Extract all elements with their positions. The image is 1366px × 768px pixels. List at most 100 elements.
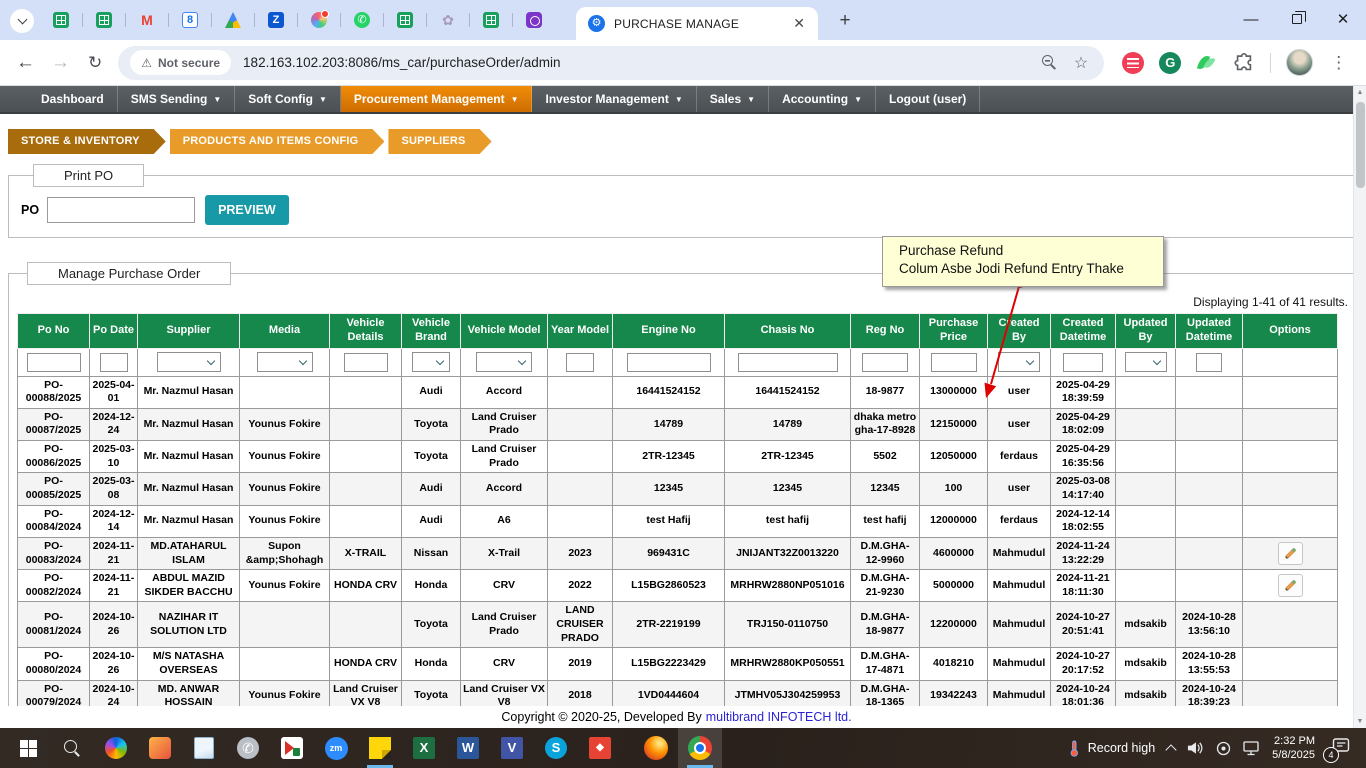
browser-menu-icon[interactable]: ⋮: [1330, 53, 1347, 73]
taskbar-button-notepad-icon[interactable]: [182, 728, 226, 768]
bookmark-star-icon[interactable]: ☆: [1074, 53, 1088, 73]
taskbar-button-skype-icon[interactable]: S: [534, 728, 578, 768]
filter-input-chasis-no[interactable]: [738, 353, 838, 372]
taskbar-button-firefox-icon[interactable]: [634, 728, 678, 768]
filter-select-created-by[interactable]: [998, 352, 1040, 372]
red-extension-icon[interactable]: [1122, 52, 1144, 74]
taskbar-button-zoom-icon[interactable]: [314, 728, 358, 768]
filter-input-created-datetime[interactable]: [1063, 353, 1103, 372]
filter-select-vehicle-model[interactable]: [476, 352, 532, 372]
preview-button[interactable]: PREVIEW: [205, 195, 289, 225]
url-text[interactable]: 182.163.102.203:8086/ms_car/purchaseOrde…: [243, 55, 560, 70]
filter-input-engine-no[interactable]: [627, 353, 711, 372]
pinned-tab[interactable]: [255, 7, 297, 33]
address-bar[interactable]: ⚠ Not secure 182.163.102.203:8086/ms_car…: [118, 46, 1104, 80]
pinned-tab[interactable]: [298, 7, 340, 33]
filter-input-purchase-price[interactable]: [931, 353, 977, 372]
page-scrollbar[interactable]: ▲ ▼: [1353, 86, 1366, 728]
breadcrumb-item-products-and-items-config[interactable]: PRODUCTS AND ITEMS CONFIG: [170, 129, 385, 154]
tray-app-icon[interactable]: [1216, 741, 1231, 756]
restore-button[interactable]: [1274, 0, 1320, 38]
filter-input-po-date[interactable]: [100, 353, 128, 372]
filter-select-vehicle-brand[interactable]: [412, 352, 450, 372]
filter-input-updated-datetime[interactable]: [1196, 353, 1222, 372]
filter-select-supplier[interactable]: [157, 352, 221, 372]
nav-item-logout-user[interactable]: Logout (user): [876, 86, 980, 112]
edit-button[interactable]: [1278, 542, 1303, 565]
network-icon[interactable]: [1243, 741, 1260, 756]
scroll-up-icon[interactable]: ▲: [1354, 89, 1366, 96]
cell-chasis-no: JNIJANT32Z0013220: [725, 537, 851, 569]
back-icon[interactable]: ←: [16, 52, 35, 74]
taskbar-button-copilot-icon[interactable]: [94, 728, 138, 768]
filter-select-updated-by[interactable]: [1125, 352, 1167, 372]
close-tab-icon[interactable]: ✕: [790, 15, 808, 32]
close-window-button[interactable]: ✕: [1320, 0, 1366, 38]
filter-input-vehicle-details[interactable]: [344, 353, 388, 372]
developer-link[interactable]: multibrand INFOTECH ltd.: [706, 710, 852, 724]
pinned-tab[interactable]: [169, 7, 211, 33]
cell-vehicle-brand: Toyota: [402, 602, 461, 648]
pinned-tab[interactable]: [126, 7, 168, 33]
pinned-tab[interactable]: [470, 7, 512, 33]
pinned-tab[interactable]: [341, 7, 383, 33]
cell-text: D.M.GHA-21-9230: [861, 572, 910, 598]
pinned-tab[interactable]: [384, 7, 426, 33]
pinned-tab[interactable]: [83, 7, 125, 33]
profile-avatar[interactable]: [1286, 49, 1313, 76]
filter-input-reg-no[interactable]: [862, 353, 908, 372]
security-chip[interactable]: ⚠ Not secure: [130, 50, 231, 75]
forward-icon[interactable]: →: [51, 52, 70, 74]
po-number-input[interactable]: [47, 197, 195, 223]
tab-search-button[interactable]: [10, 9, 34, 33]
nav-item-sms-sending[interactable]: SMS Sending▼: [118, 86, 236, 112]
breadcrumb-item-store-inventory[interactable]: STORE & INVENTORY: [8, 129, 166, 154]
hidden-icons-chevron[interactable]: [1166, 744, 1177, 755]
pinned-tab[interactable]: [40, 7, 82, 33]
taskbar-button-visio-icon[interactable]: V: [490, 728, 534, 768]
clock[interactable]: 2:32 PM 5/8/2025: [1272, 734, 1315, 763]
taskbar-button-avro-keyboard-icon[interactable]: [138, 728, 182, 768]
filter-input-po-no[interactable]: [27, 353, 81, 372]
scroll-down-icon[interactable]: ▼: [1354, 718, 1366, 725]
taskbar-button-start-icon[interactable]: [6, 728, 50, 768]
taskbar-button-word-icon[interactable]: W: [446, 728, 490, 768]
grammarly-icon[interactable]: [1159, 52, 1181, 74]
taskbar-button-media-player-icon[interactable]: [270, 728, 314, 768]
taskbar-button-search-icon[interactable]: [50, 728, 94, 768]
edit-button[interactable]: [1278, 574, 1303, 597]
table-row: PO-00082/20242024-11-21ABDUL MAZID SIKDE…: [18, 570, 1338, 602]
active-tab[interactable]: PURCHASE MANAGE ✕: [576, 7, 818, 40]
breadcrumb-item-suppliers[interactable]: SUPPLIERS: [388, 129, 491, 154]
filter-input-year-model[interactable]: [566, 353, 594, 372]
extensions-puzzle-icon[interactable]: [1233, 52, 1255, 74]
taskbar-button-whatsapp-icon[interactable]: [226, 728, 270, 768]
pinned-tab[interactable]: [427, 7, 469, 33]
nav-item-investor-management[interactable]: Investor Management▼: [532, 86, 696, 112]
filter-cell: [461, 348, 548, 376]
nav-item-dashboard[interactable]: Dashboard: [28, 86, 118, 112]
scrollbar-thumb[interactable]: [1356, 102, 1365, 188]
nav-item-procurement-management[interactable]: Procurement Management▼: [341, 86, 533, 112]
taskbar-button-red-diamond-app-icon[interactable]: ◆: [578, 728, 622, 768]
leaf-extension-icon[interactable]: [1196, 52, 1218, 74]
taskbar-button-excel-icon[interactable]: X: [402, 728, 446, 768]
nav-item-accounting[interactable]: Accounting▼: [769, 86, 876, 112]
notification-center[interactable]: 4: [1331, 738, 1350, 759]
column-header-media: Media: [240, 314, 330, 349]
pinned-tab[interactable]: [513, 7, 555, 33]
taskbar-button-chrome-icon[interactable]: [678, 728, 722, 768]
cell-chasis-no: 14789: [725, 408, 851, 440]
minimize-button[interactable]: —: [1228, 0, 1274, 38]
filter-select-media[interactable]: [257, 352, 313, 372]
volume-icon[interactable]: [1187, 741, 1204, 755]
cell-supplier: Mr. Nazmul Hasan: [138, 473, 240, 505]
new-tab-button[interactable]: +: [832, 8, 858, 34]
weather-widget[interactable]: Record high: [1068, 740, 1155, 757]
zoom-out-icon[interactable]: [1041, 54, 1058, 71]
nav-item-soft-config[interactable]: Soft Config▼: [235, 86, 341, 112]
pinned-tab[interactable]: [212, 7, 254, 33]
reload-icon[interactable]: ↻: [88, 53, 102, 73]
nav-item-sales[interactable]: Sales▼: [697, 86, 769, 112]
taskbar-button-sticky-notes-icon[interactable]: [358, 728, 402, 768]
